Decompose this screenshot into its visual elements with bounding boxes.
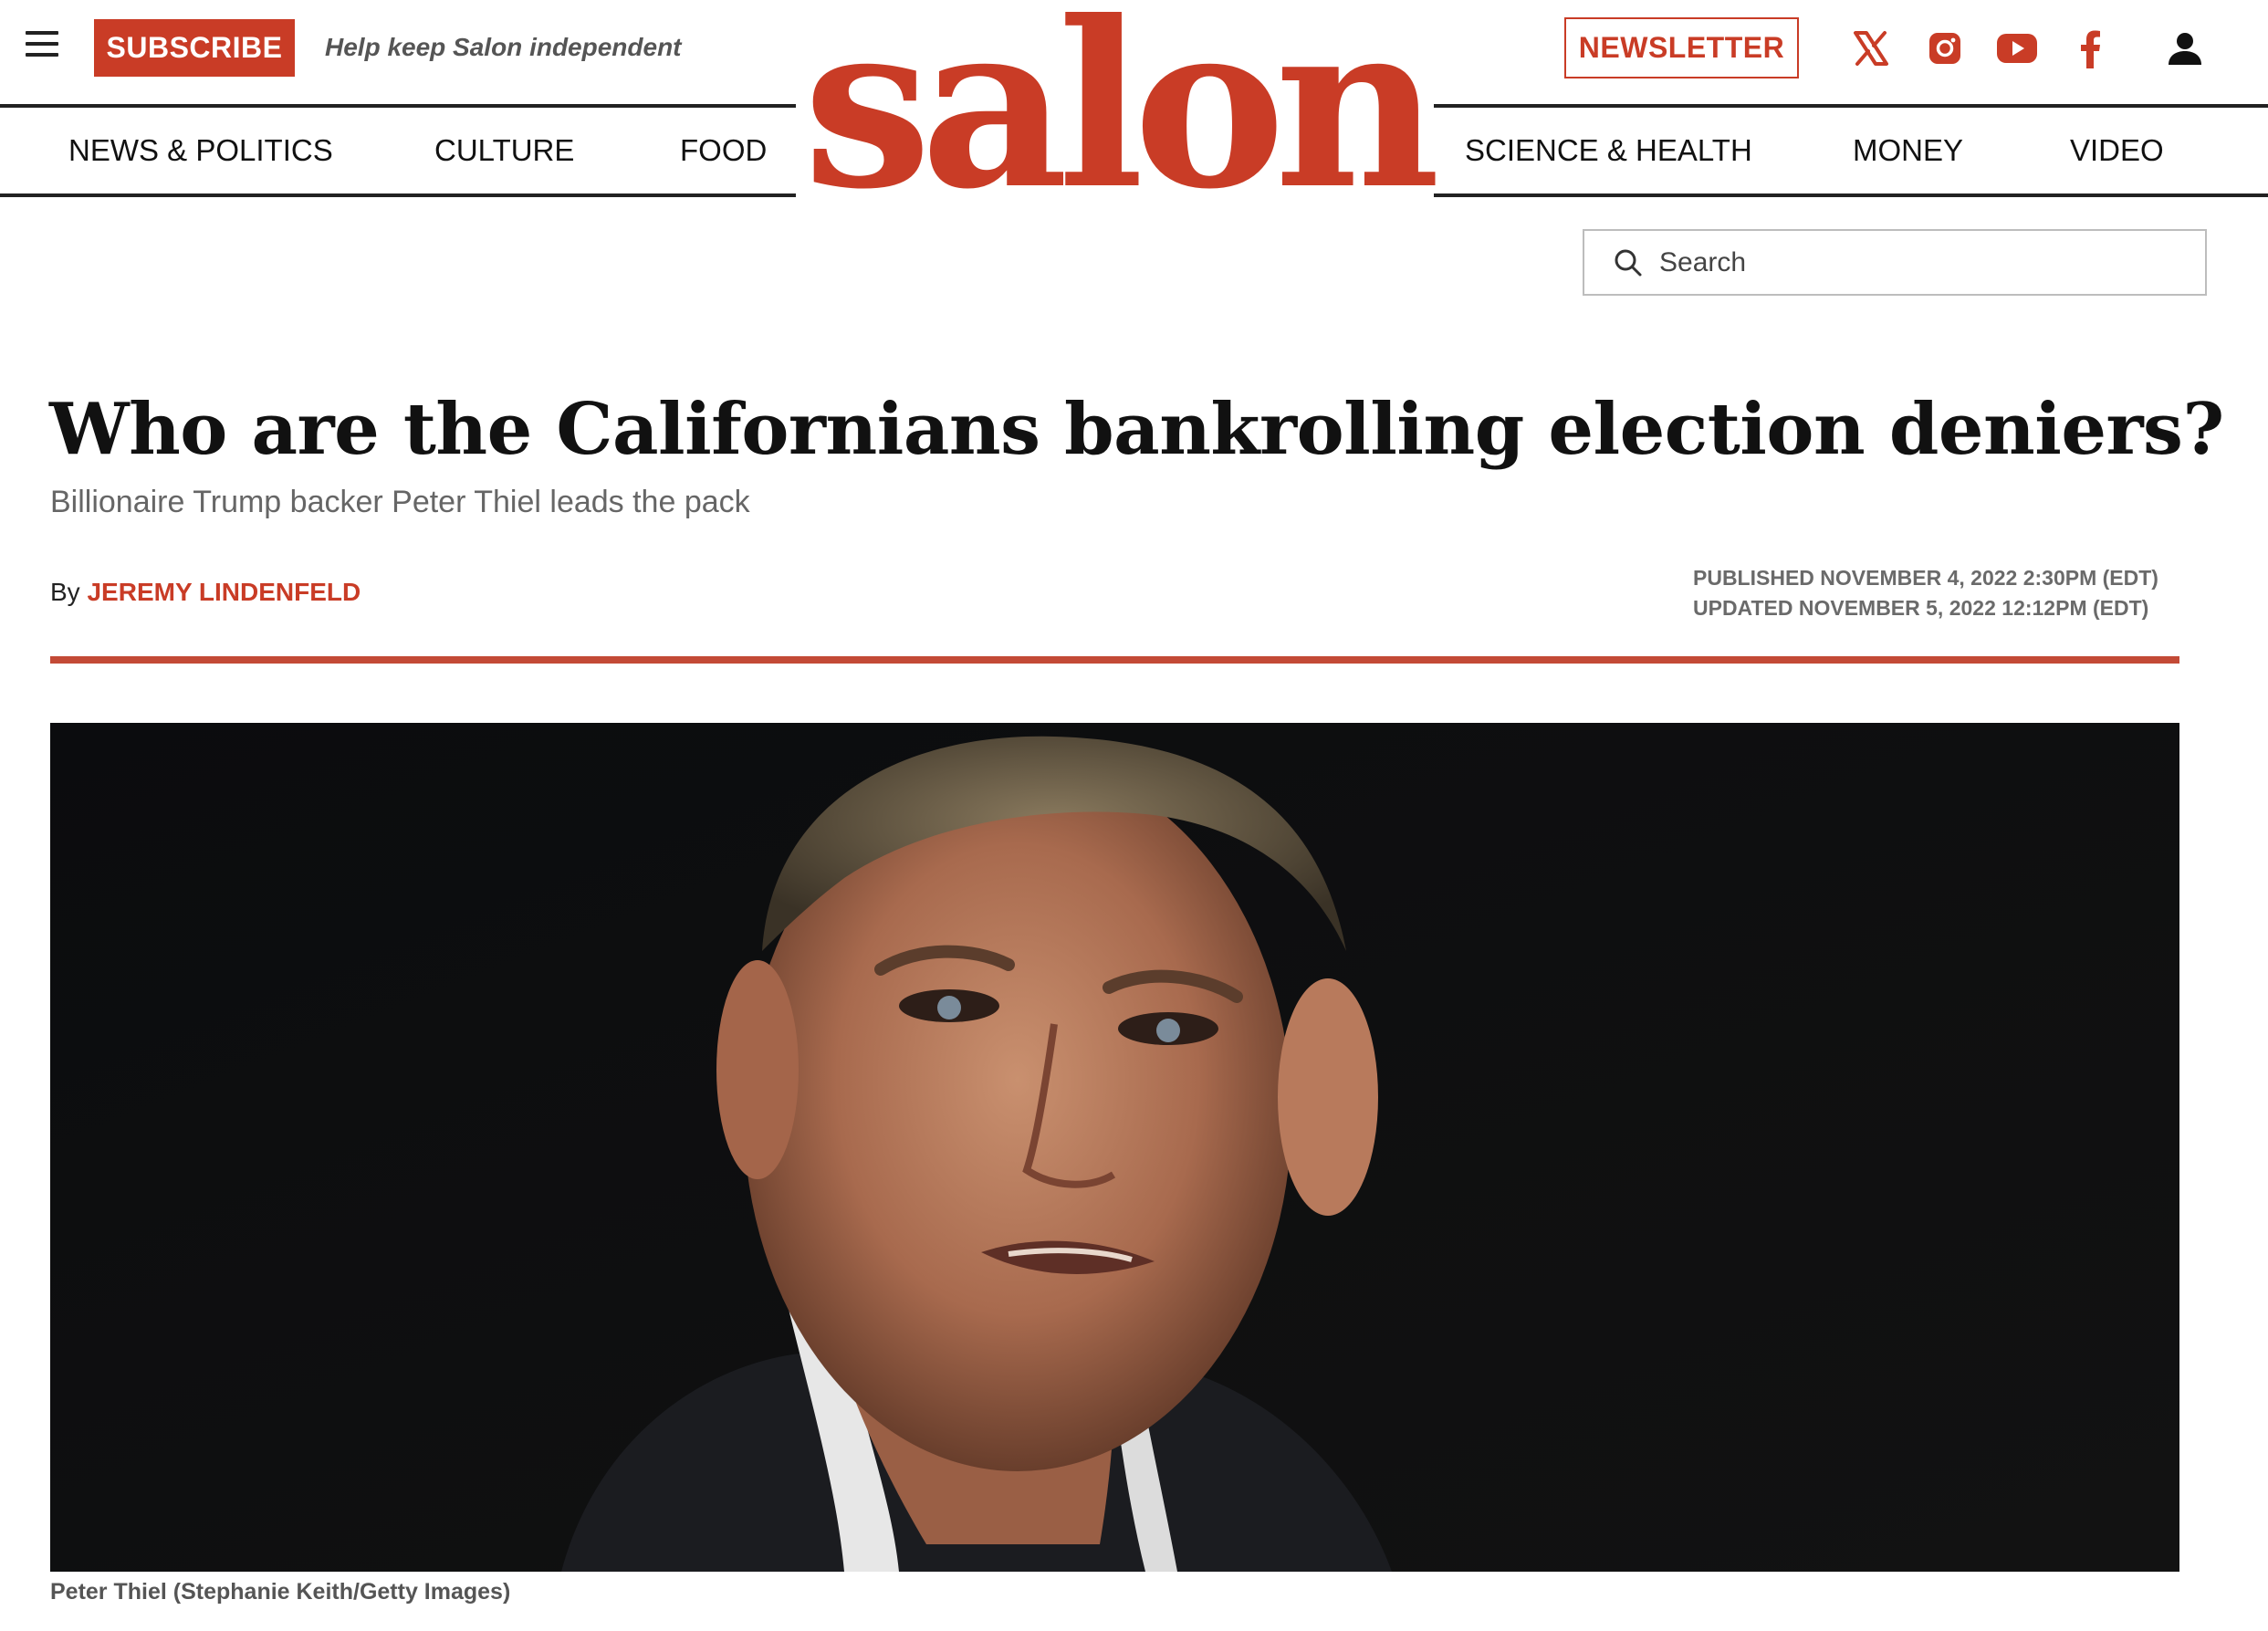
- nav-divider-bottom-right: [1434, 193, 2268, 197]
- nav-item-science-health[interactable]: SCIENCE & HEALTH: [1465, 133, 1752, 168]
- youtube-icon[interactable]: [1994, 26, 2040, 71]
- newsletter-button[interactable]: NEWSLETTER: [1564, 17, 1799, 78]
- menu-icon[interactable]: [26, 31, 58, 57]
- subscribe-button[interactable]: SUBSCRIBE: [94, 19, 295, 77]
- byline: By JEREMY LINDENFELD: [50, 578, 361, 607]
- nav-divider-top-left: [0, 104, 796, 108]
- salon-logo[interactable]: salon: [803, 0, 1440, 219]
- nav-item-food[interactable]: FOOD: [680, 133, 767, 168]
- article-photo: [50, 723, 2179, 1572]
- updated-date: UPDATED NOVEMBER 5, 2022 12:12PM (EDT): [1693, 596, 2149, 620]
- header-divider: [50, 656, 2179, 664]
- article-headline: Who are the Californians bankrolling ele…: [49, 388, 2224, 471]
- nav-divider-bottom-left: [0, 193, 796, 197]
- tagline: Help keep Salon independent: [325, 33, 682, 61]
- article-dates: PUBLISHED NOVEMBER 4, 2022 2:30PM (EDT) …: [1693, 563, 2158, 623]
- nav-item-video[interactable]: VIDEO: [2070, 133, 2164, 168]
- nav-item-money[interactable]: MONEY: [1853, 133, 1963, 168]
- author-link[interactable]: JEREMY LINDENFELD: [87, 578, 361, 606]
- instagram-icon[interactable]: [1922, 26, 1968, 71]
- search-input[interactable]: [1659, 246, 2170, 278]
- article-subhead: Billionaire Trump backer Peter Thiel lea…: [50, 485, 750, 519]
- byline-prefix: By: [50, 578, 80, 606]
- nav-item-news-politics[interactable]: NEWS & POLITICS: [68, 133, 333, 168]
- nav-item-culture[interactable]: CULTURE: [434, 133, 574, 168]
- user-icon[interactable]: [2162, 26, 2208, 71]
- photo-caption: Peter Thiel (Stephanie Keith/Getty Image…: [50, 1579, 511, 1605]
- nav-divider-top-right: [1434, 104, 2268, 108]
- search-bar[interactable]: [1583, 229, 2207, 296]
- x-icon[interactable]: [1848, 26, 1894, 71]
- search-icon: [1615, 249, 1642, 276]
- published-date: PUBLISHED NOVEMBER 4, 2022 2:30PM (EDT): [1693, 566, 2158, 590]
- facebook-icon[interactable]: [2067, 26, 2113, 71]
